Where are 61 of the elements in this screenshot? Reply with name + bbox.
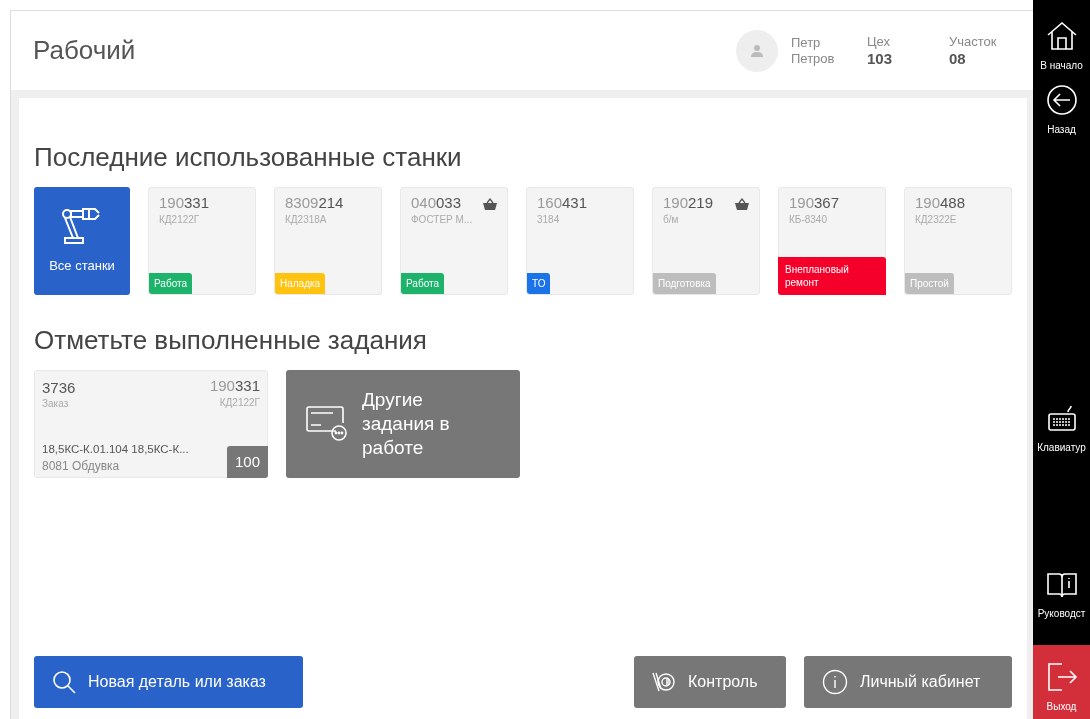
machine-model: КД2122Г: [219, 396, 260, 410]
search-icon: [52, 670, 76, 694]
exit-icon: [1045, 661, 1078, 693]
machine-model: 3184: [537, 213, 560, 227]
machine-model: КД2122Г: [159, 213, 200, 227]
section-title: Отметьте выполненные задания: [34, 324, 428, 357]
new-part-button[interactable]: Новая деталь или заказ: [34, 656, 303, 708]
machine-number: 190331: [159, 194, 210, 212]
sidebar-item[interactable]: Руководст: [1033, 568, 1090, 621]
machine-card[interactable]: 190331 КД2122Г Работа: [148, 187, 256, 295]
sidebar-item[interactable]: Назад: [1033, 84, 1090, 137]
sidebar-item[interactable]: В начало: [1033, 20, 1090, 73]
info-icon: [822, 669, 848, 695]
machine-model: б/м: [663, 213, 679, 227]
status-tag: Внеплановый ремонт: [778, 257, 886, 295]
area-number: 08: [949, 50, 967, 67]
task-card[interactable]: 3736 Заказ 190331 КД2122Г 18,5КС-К.01.104 18,5КС-К... 8081 Обдувка 100: [34, 370, 268, 478]
account-button[interactable]: Личный кабинет: [804, 656, 1012, 708]
status-tag: Простой: [905, 273, 954, 294]
user-name: Петр Петров: [791, 34, 836, 67]
machine-number: 190367: [789, 194, 840, 212]
machine-card[interactable]: 160431 3184 ТО: [526, 187, 634, 295]
operation: 8081 Обдувка: [42, 458, 120, 475]
machine-number: 160431: [537, 194, 588, 212]
other-tasks-button[interactable]: Другие задания в работе: [286, 370, 520, 478]
machine-card[interactable]: 190219 б/м Подготовка: [652, 187, 760, 295]
area-label: Участок: [949, 34, 998, 50]
caliper-icon: [652, 670, 676, 694]
section-title: Последние использованные станки: [34, 141, 463, 174]
machine-number: 190488: [915, 194, 966, 212]
order-label: Заказ: [42, 397, 69, 411]
status-tag: Подготовка: [653, 273, 716, 294]
all-machines-button[interactable]: Все станки: [34, 187, 130, 295]
machine-card[interactable]: 190488 КД2322Е Простой: [904, 187, 1012, 295]
machine-card[interactable]: 040033 ФОСТЕР М... Работа: [400, 187, 508, 295]
workshop-number: 103: [867, 50, 894, 67]
machine-number: 190219: [663, 194, 714, 212]
machine-card[interactable]: 190367 КБ-8340 Внеплановый ремонт: [778, 187, 886, 295]
order-number: 3736: [42, 378, 76, 398]
status-tag: Работа: [401, 273, 444, 294]
sidebar-item[interactable]: Клавиатур: [1033, 402, 1090, 455]
machine-model: ФОСТЕР М...: [411, 213, 473, 227]
machine-number: 8309214: [285, 194, 344, 212]
home-icon: [1045, 20, 1078, 52]
machine-model: КД2318А: [285, 213, 327, 227]
page-title: Рабочий: [33, 34, 137, 67]
user-icon: [750, 43, 764, 58]
machine-number: 190331: [209, 377, 260, 395]
back-icon: [1045, 84, 1078, 116]
machine-model: КД2322Е: [915, 213, 957, 227]
part-number: 18,5КС-К.01.104 18,5КС-К...: [42, 442, 189, 457]
task-card-icon: [306, 406, 350, 442]
workshop-label: Цех: [867, 34, 892, 50]
control-button[interactable]: Контроль: [634, 656, 786, 708]
status-tag: ТО: [527, 273, 551, 294]
machine-card[interactable]: 8309214 КД2318А Наладка: [274, 187, 382, 295]
quantity: 100: [226, 445, 268, 478]
machine-model: КБ-8340: [789, 213, 827, 227]
machine-number: 040033: [411, 194, 462, 212]
status-tag: Наладка: [275, 273, 326, 294]
status-tag: Работа: [149, 273, 192, 294]
